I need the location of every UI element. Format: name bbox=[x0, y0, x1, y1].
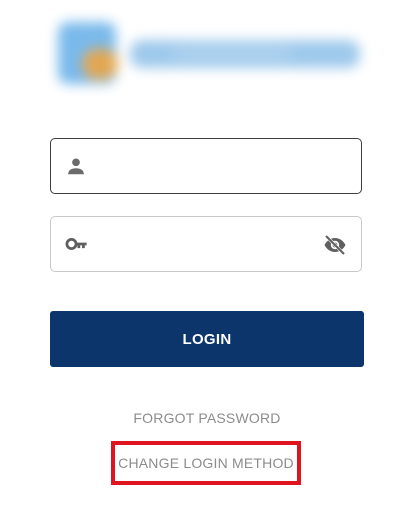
key-icon bbox=[65, 233, 87, 255]
change-login-method-link[interactable]: CHANGE LOGIN METHOD bbox=[118, 455, 294, 471]
logo-wordmark-inner bbox=[172, 44, 292, 62]
username-input[interactable] bbox=[103, 139, 313, 193]
login-button[interactable]: LOGIN bbox=[50, 311, 364, 367]
username-field[interactable] bbox=[50, 138, 362, 194]
person-icon bbox=[65, 155, 87, 177]
change-login-method-highlight: CHANGE LOGIN METHOD bbox=[111, 441, 301, 485]
app-logo bbox=[52, 14, 362, 98]
forgot-password-link[interactable]: FORGOT PASSWORD bbox=[0, 410, 414, 426]
eye-off-icon[interactable] bbox=[323, 233, 347, 257]
password-input[interactable] bbox=[103, 217, 313, 271]
logo-accent bbox=[82, 48, 118, 80]
password-field[interactable] bbox=[50, 216, 362, 272]
